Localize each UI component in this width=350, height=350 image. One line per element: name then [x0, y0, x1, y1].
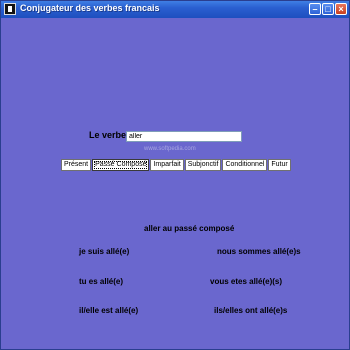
verb-input[interactable] [126, 131, 242, 142]
tense-conditionnel-button[interactable]: Conditionnel [222, 159, 268, 171]
tense-buttons: Présent Passé Composé Imparfait Subjonct… [61, 159, 291, 171]
tense-passe-compose-button[interactable]: Passé Composé [92, 159, 150, 171]
window-title: Conjugateur des verbes francais [20, 3, 160, 13]
verb-label: Le verbe: [89, 130, 130, 140]
conjugation-form: nous sommes allé(e)s [217, 247, 301, 256]
close-icon[interactable]: × [335, 3, 347, 15]
conjugation-heading: aller au passé composé [144, 224, 235, 233]
tense-subjonctif-button[interactable]: Subjonctif [184, 159, 222, 171]
title-bar[interactable]: Conjugateur des verbes francais – □ × [1, 1, 349, 18]
tense-present-button[interactable]: Présent [61, 159, 92, 171]
conjugation-form: tu es allé(e) [79, 277, 124, 286]
tense-futur-button[interactable]: Futur [268, 159, 291, 171]
main-content: Le verbe: www.softpedia.com Présent Pass… [4, 18, 347, 347]
conjugation-form: ils/elles ont allé(e)s [214, 306, 288, 315]
maximize-icon[interactable]: □ [322, 3, 334, 15]
conjugation-form: vous etes allé(e)(s) [210, 277, 283, 286]
conjugation-form: je suis allé(e) [79, 247, 130, 256]
app-window: Conjugateur des verbes francais – □ × Le… [0, 0, 350, 350]
conjugation-form: il/elle est allé(e) [79, 306, 139, 315]
app-icon[interactable] [4, 3, 16, 15]
watermark: www.softpedia.com [144, 146, 196, 152]
minimize-icon[interactable]: – [309, 3, 321, 15]
tense-imparfait-button[interactable]: Imparfait [150, 159, 184, 171]
